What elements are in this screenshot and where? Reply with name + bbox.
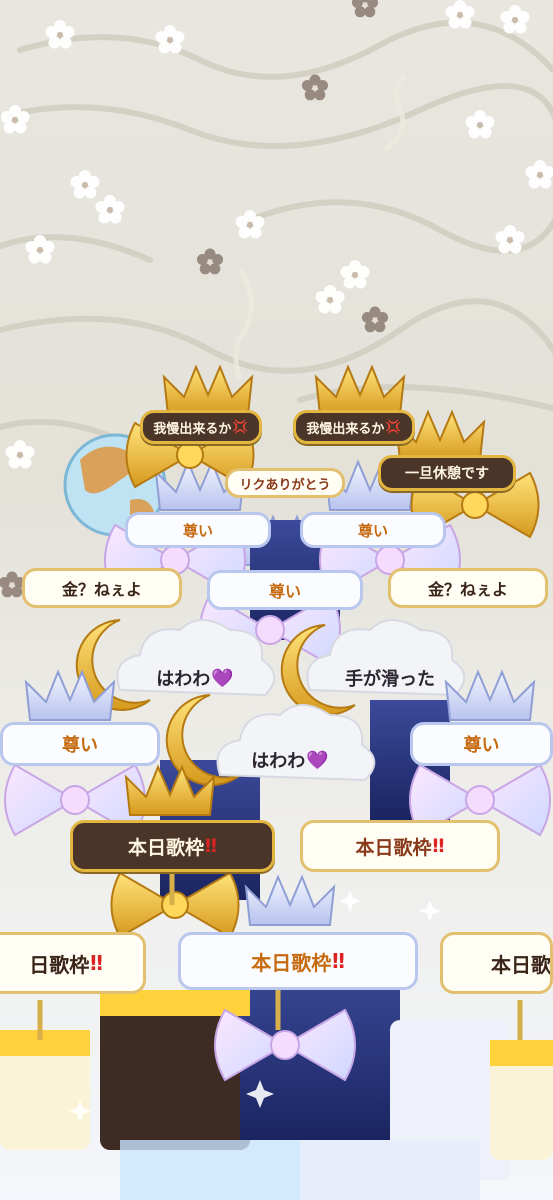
double-exclamation-icon: ‼ (90, 951, 103, 975)
sign-label: 手が滑った (345, 669, 435, 690)
sign-label: 本日歌枠 (128, 836, 205, 859)
sign-label: 本日歌枠 (355, 836, 432, 859)
heart-icon: 💜 (306, 749, 329, 771)
sign-utawaku-left-edge: 日歌枠 ‼ (0, 932, 146, 994)
sign-label: 金？ねぇよ (61, 580, 142, 599)
sign-toutoi-2: 尊い (300, 512, 446, 548)
double-exclamation-icon: ‼ (205, 835, 217, 857)
sign-utawaku-2: 本日歌枠 ‼ (300, 820, 500, 872)
sign-gaman-left: 我慢出来るか 💢 (140, 410, 262, 444)
heart-icon: 💜 (211, 667, 234, 689)
sign-label: はわわ (251, 751, 306, 772)
sign-label: 尊い (182, 521, 213, 540)
sign-toutoi-1: 尊い (125, 512, 271, 548)
sign-label: 尊い (463, 735, 500, 756)
sign-label: はわわ (156, 669, 211, 690)
sign-kane-right: 金？ねぇよ (388, 568, 548, 608)
anger-mark-icon: 💢 (385, 419, 402, 435)
sign-kane-left: 金？ねぇよ (22, 568, 182, 608)
sign-gaman-right: 我慢出来るか 💢 (293, 410, 415, 444)
sign-label: 尊い (268, 582, 301, 601)
sign-label: 尊い (62, 735, 98, 756)
double-exclamation-icon: ‼ (432, 835, 445, 857)
sign-label: 我慢出来るか (306, 421, 385, 437)
sign-kyukei: 一旦休憩です (378, 455, 516, 491)
sign-label: リクありがとう (239, 477, 331, 493)
sign-label: 尊い (357, 521, 388, 540)
sign-arigato: リクありがとう (225, 468, 345, 498)
double-exclamation-icon: ‼ (332, 949, 345, 973)
sign-label: 我慢出来るか (153, 421, 232, 437)
sign-toutoi-3: 尊い (207, 570, 363, 610)
sign-utawaku-3: 本日歌枠 ‼ (178, 932, 418, 990)
sign-hawawa-1: はわわ 💜 (140, 660, 250, 696)
sign-label: 金？ねぇよ (427, 580, 508, 599)
sign-toutoi-5: 尊い (410, 722, 553, 766)
anger-mark-icon: 💢 (232, 419, 249, 435)
sign-label: 一旦休憩です (405, 466, 489, 482)
sign-toutoi-4: 尊い (0, 722, 160, 766)
sign-label: 日歌枠 (29, 952, 90, 977)
sign-label: 本日歌 (491, 952, 551, 977)
sign-label: 本日歌枠 (251, 950, 332, 975)
sign-tegasubetta: 手が滑った (330, 660, 450, 696)
sign-utawaku-1: 本日歌枠 ‼ (70, 820, 275, 872)
sign-hawawa-2: はわわ 💜 (235, 742, 345, 778)
sign-utawaku-right-edge: 本日歌 (440, 932, 553, 994)
